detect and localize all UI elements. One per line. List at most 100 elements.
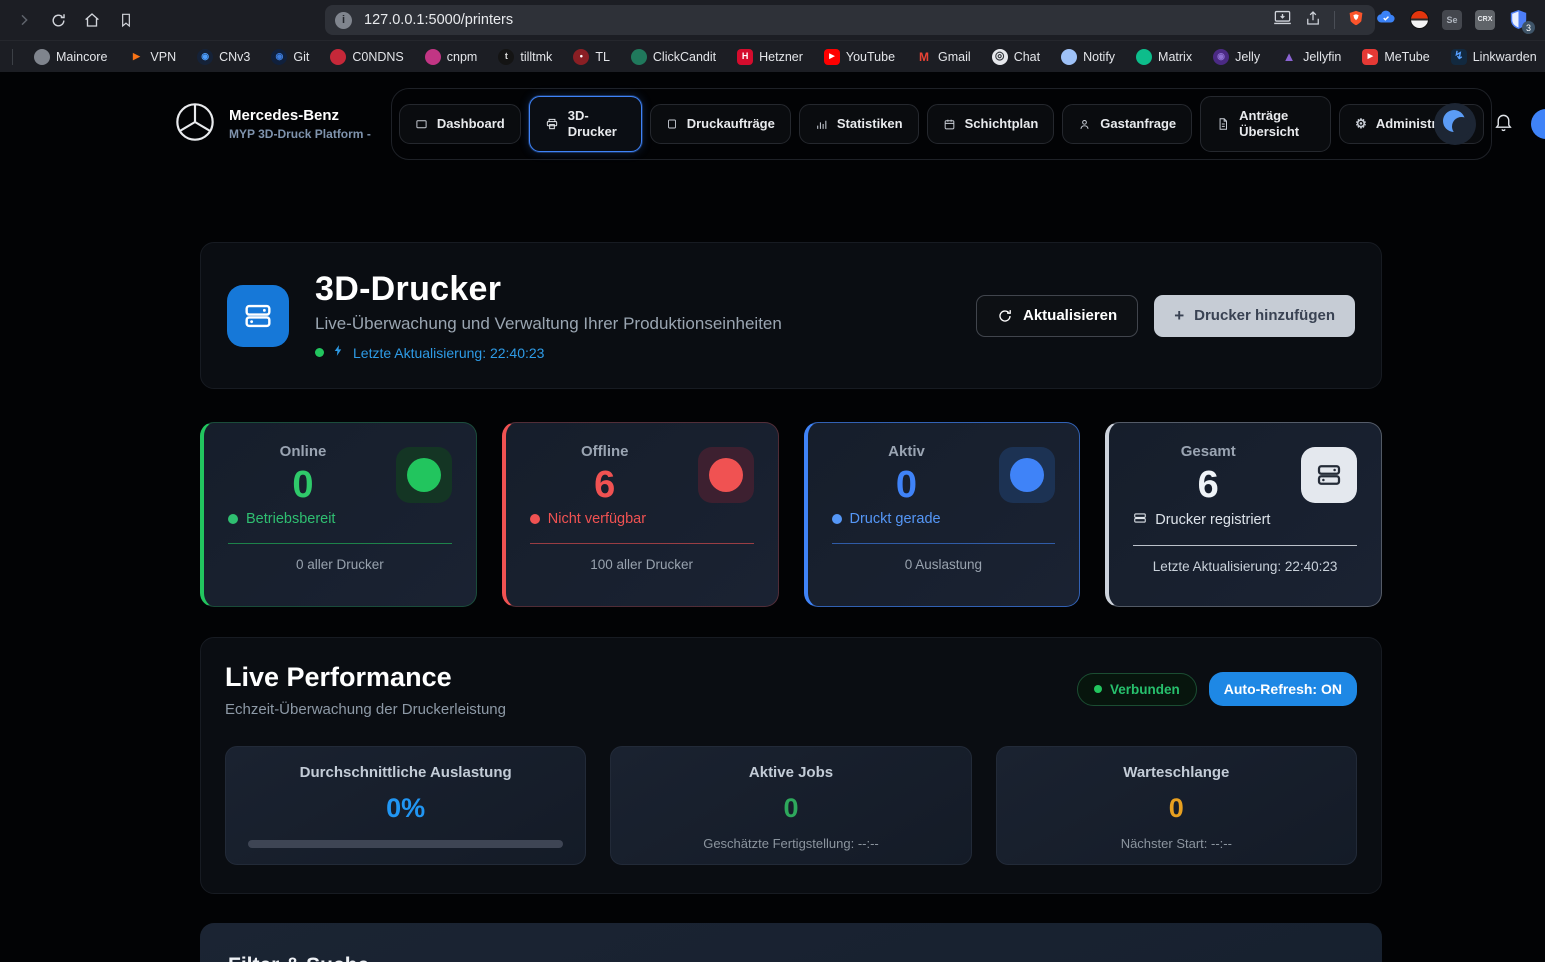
bookmark-favicon: • xyxy=(573,49,589,65)
add-printer-button[interactable]: +Drucker hinzufügen xyxy=(1154,295,1355,337)
add-label: Drucker hinzufügen xyxy=(1194,307,1335,324)
nav-label: Gastanfrage xyxy=(1100,116,1176,132)
bookmark-git[interactable]: ◉Git xyxy=(271,49,309,65)
bookmark-favicon: ◉ xyxy=(197,49,213,65)
shield-extension-icon[interactable]: 3 xyxy=(1508,9,1529,30)
bookmark-favicon: M xyxy=(916,49,932,65)
bookmark-notify[interactable]: Notify xyxy=(1061,49,1115,65)
bookmark-favicon: ▶ xyxy=(128,49,144,65)
live-performance-card: Live Performance Echzeit-Überwachung der… xyxy=(200,637,1382,894)
nav-tab-statistiken[interactable]: Statistiken xyxy=(799,104,919,144)
bookmark-favicon xyxy=(425,49,441,65)
app-page: Mercedes-Benz MYP 3D-Druck Platform - Da… xyxy=(0,72,1545,962)
stat-label: Gesamt xyxy=(1133,443,1283,460)
printer-total-icon xyxy=(1301,447,1357,503)
selenium-extension-icon[interactable]: Se xyxy=(1442,10,1462,30)
stat-value: 0 xyxy=(228,464,378,507)
bookmark-label: TL xyxy=(595,50,610,64)
status-dot-icon xyxy=(407,458,441,492)
connected-label: Verbunden xyxy=(1110,682,1180,697)
nav-tab-3d-drucker[interactable]: 3D-Drucker xyxy=(529,96,642,151)
nav-tab-druckauftraege[interactable]: Druckaufträge xyxy=(650,104,791,144)
nav-tab-dashboard[interactable]: Dashboard xyxy=(399,104,521,144)
status-dot xyxy=(530,514,540,524)
bookmark-tl[interactable]: • TL xyxy=(573,49,610,65)
stat-footer: 0 aller Drucker xyxy=(228,557,452,572)
metric-label: Durchschnittliche Auslastung xyxy=(248,764,563,781)
extension-badge: 3 xyxy=(1522,21,1535,34)
stat-value: 6 xyxy=(530,464,680,507)
bookmark-favicon: ◉ xyxy=(1213,49,1229,65)
user-avatar[interactable] xyxy=(1531,109,1545,139)
bookmark-youtube[interactable]: ▶YouTube xyxy=(824,49,895,65)
printer-icon xyxy=(227,285,289,347)
metric-value: 0 xyxy=(1019,793,1334,824)
metric-card-aktive-jobs: Aktive Jobs 0 Geschätzte Fertigstellung:… xyxy=(610,746,971,865)
metric-card-warteschlange: Warteschlange 0 Nächster Start: --:-- xyxy=(996,746,1357,865)
save-page-icon[interactable] xyxy=(1273,8,1292,32)
cloud-extension-icon[interactable] xyxy=(1375,6,1397,33)
bookmark-c0ndns[interactable]: C0NDNS xyxy=(330,49,403,65)
reload-icon[interactable] xyxy=(44,6,72,34)
refresh-button[interactable]: Aktualisieren xyxy=(976,295,1138,337)
nav-tab-schichtplan[interactable]: Schichtplan xyxy=(927,104,1055,144)
online-status-dot xyxy=(315,348,324,357)
bookmark-label: Notify xyxy=(1083,50,1115,64)
nav-tab-gastanfrage[interactable]: Gastanfrage xyxy=(1062,104,1192,144)
stat-footer: Letzte Aktualisierung: 22:40:23 xyxy=(1133,559,1357,574)
stat-card-online: Online 0 Betriebsbereit 0 aller Drucker xyxy=(200,422,477,607)
stat-label: Offline xyxy=(530,443,680,460)
url-bar[interactable]: i 127.0.0.1:5000/printers xyxy=(325,5,1375,35)
stat-card-gesamt: Gesamt 6 Drucker registriert Letzte Aktu… xyxy=(1105,422,1382,607)
notifications-bell-icon[interactable] xyxy=(1493,111,1514,137)
bookmark-icon[interactable] xyxy=(112,6,140,34)
stat-divider xyxy=(530,543,754,544)
stat-card-aktiv: Aktiv 0 Druckt gerade 0 Auslastung xyxy=(804,422,1081,607)
brand-name: Mercedes-Benz xyxy=(229,107,371,124)
bookmark-cnpm[interactable]: cnpm xyxy=(425,49,478,65)
bookmark-label: Jellyfin xyxy=(1303,50,1341,64)
bookmark-linkwarden[interactable]: ↯Linkwarden xyxy=(1451,49,1537,65)
nav-tab-antraege-uebersicht[interactable]: Anträge Übersicht xyxy=(1200,96,1331,151)
brand: Mercedes-Benz MYP 3D-Druck Platform - xyxy=(175,102,371,147)
connected-dot xyxy=(1094,685,1102,693)
bookmark-favicon xyxy=(1061,49,1077,65)
stat-divider xyxy=(1133,545,1357,546)
bookmark-clickcandit[interactable]: ClickCandit xyxy=(631,49,716,65)
forward-icon[interactable] xyxy=(10,6,38,34)
bookmark-jelly[interactable]: ◉Jelly xyxy=(1213,49,1260,65)
status-dot-icon xyxy=(709,458,743,492)
bookmark-maincore[interactable]: Maincore xyxy=(34,49,107,65)
stat-status-text: Drucker registriert xyxy=(1155,512,1270,528)
bookmarks-divider xyxy=(12,49,13,65)
metric-value: 0 xyxy=(633,793,948,824)
bookmark-matrix[interactable]: Matrix xyxy=(1136,49,1192,65)
bookmark-tilltmk[interactable]: ttilltmk xyxy=(498,49,552,65)
bookmark-favicon xyxy=(330,49,346,65)
browser-toolbar: i 127.0.0.1:5000/printers Se CRX 3 xyxy=(0,0,1545,40)
brave-shield-icon[interactable] xyxy=(1347,8,1365,33)
bookmark-chat[interactable]: ◎Chat xyxy=(992,49,1040,65)
bookmark-label: Maincore xyxy=(56,50,107,64)
bookmark-hetzner[interactable]: HHetzner xyxy=(737,49,803,65)
auto-refresh-toggle[interactable]: Auto-Refresh: ON xyxy=(1209,672,1357,706)
site-info-icon[interactable]: i xyxy=(335,12,352,29)
bookmark-gmail[interactable]: MGmail xyxy=(916,49,971,65)
nav-label: Statistiken xyxy=(837,116,903,132)
pokeball-extension-icon[interactable] xyxy=(1410,10,1429,29)
status-dot-icon xyxy=(1010,458,1044,492)
nav-label: Dashboard xyxy=(437,116,505,132)
bookmark-jellyfin[interactable]: ▲Jellyfin xyxy=(1281,49,1341,65)
bookmark-vpn[interactable]: ▶VPN xyxy=(128,49,176,65)
bookmark-metube[interactable]: ▶MeTube xyxy=(1362,49,1429,65)
share-icon[interactable] xyxy=(1304,9,1322,32)
home-icon[interactable] xyxy=(78,6,106,34)
bookmark-cnv3[interactable]: ◉CNv3 xyxy=(197,49,250,65)
dark-mode-toggle[interactable] xyxy=(1434,103,1476,145)
app-header: Mercedes-Benz MYP 3D-Druck Platform - Da… xyxy=(0,72,1545,176)
bookmark-label: Git xyxy=(293,50,309,64)
page-title: 3D-Drucker xyxy=(315,270,782,309)
bookmark-label: cnpm xyxy=(447,50,478,64)
crx-extension-icon[interactable]: CRX xyxy=(1475,10,1495,30)
stat-card-offline: Offline 6 Nicht verfügbar 100 aller Druc… xyxy=(502,422,779,607)
